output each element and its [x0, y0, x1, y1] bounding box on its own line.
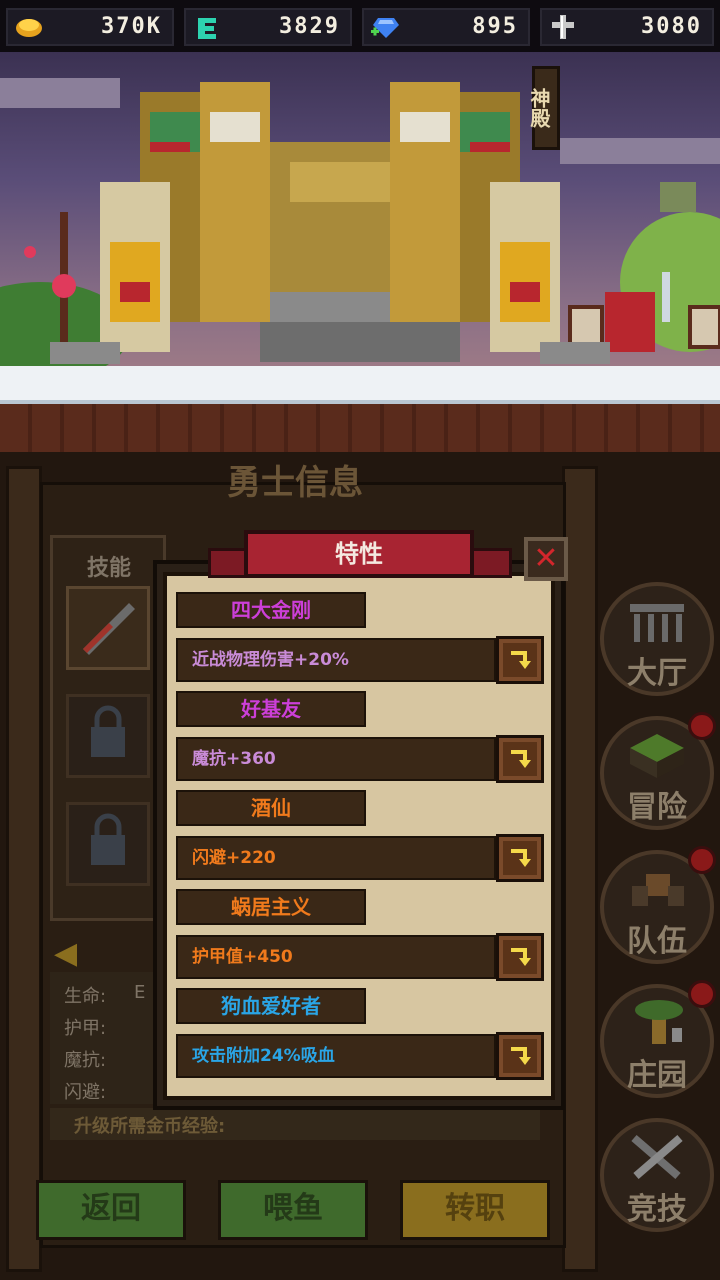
exp-label: 升级所需金币经验: [74, 1116, 226, 1137]
rune-value: 3829 [279, 14, 340, 39]
trait-name: 好基友 [176, 691, 366, 727]
arena-swords-icon [631, 1134, 683, 1180]
hall-icon [630, 604, 684, 642]
gem-value: 895 [472, 14, 518, 39]
cross-medal-icon [552, 15, 574, 39]
trait-description: 攻击附加24%吸血 [176, 1034, 496, 1078]
trait-reroll-button[interactable] [496, 933, 544, 981]
medal-value: 3080 [641, 14, 702, 39]
trait-name: 酒仙 [176, 790, 366, 826]
green-rune-icon [198, 18, 216, 39]
trait-description: 近战物理伤害+20% [176, 638, 496, 682]
blue-gem-icon [371, 18, 399, 38]
left-pillar [6, 466, 42, 1272]
stat-hp-partial: E [134, 982, 146, 1003]
ground-strip [0, 404, 720, 458]
trait-reroll-button[interactable] [496, 834, 544, 882]
skill-slot-2[interactable] [66, 694, 150, 778]
alert-dot [688, 980, 716, 1008]
back-button[interactable]: 返回 [36, 1180, 186, 1240]
trait-name: 四大金刚 [176, 592, 366, 628]
menu-team[interactable]: 队伍 [600, 846, 716, 964]
adventure-icon [630, 734, 684, 778]
stat-resist-label: 魔抗: [64, 1050, 107, 1071]
close-icon: ✕ [533, 541, 559, 576]
menu-hall-label: 大厅 [627, 656, 687, 691]
sword-skill-icon [83, 603, 135, 655]
stat-dodge-label: 闪避: [64, 1082, 107, 1103]
trait-name: 蜗居主义 [176, 889, 366, 925]
traits-dialog-title: 特性 [244, 530, 474, 578]
menu-arena-label: 竞技 [627, 1192, 687, 1227]
skill-slot-1[interactable] [66, 586, 150, 670]
lock-icon [91, 705, 125, 757]
trait-description: 魔抗+360 [176, 737, 496, 781]
job-change-button[interactable]: 转职 [400, 1180, 550, 1240]
rune-resource: 3829 [184, 8, 352, 46]
lock-icon [91, 813, 125, 865]
gold-coins-icon [16, 19, 42, 37]
trait-description: 闪避+220 [176, 836, 496, 880]
refresh-arrow-icon [511, 651, 531, 669]
trait-reroll-button[interactable] [496, 636, 544, 684]
alert-dot [688, 712, 716, 740]
gold-resource: 370K [6, 8, 174, 46]
stat-armor-label: 护甲: [64, 1018, 107, 1039]
refresh-arrow-icon [511, 849, 531, 867]
trait-reroll-button[interactable] [496, 735, 544, 783]
trait-name: 狗血爱好者 [176, 988, 366, 1024]
close-button[interactable]: ✕ [524, 537, 568, 581]
temple-sign: 神殿 [527, 66, 560, 150]
refresh-arrow-icon [511, 948, 531, 966]
menu-manor-label: 庄园 [627, 1058, 687, 1093]
trait-description: 护甲值+450 [176, 935, 496, 979]
refresh-arrow-icon [511, 750, 531, 768]
panel-title: 勇士信息 [227, 463, 363, 503]
skills-label: 技能 [86, 556, 131, 581]
skill-slot-3[interactable] [66, 802, 150, 886]
menu-arena[interactable]: 竞技 [600, 1118, 714, 1232]
temple-scene: 神殿 [0, 52, 720, 370]
right-pillar [562, 466, 598, 1272]
feed-fish-button[interactable]: 喂鱼 [218, 1180, 368, 1240]
menu-team-label: 队伍 [627, 924, 687, 959]
trait-reroll-button[interactable] [496, 1032, 544, 1080]
team-icon [632, 874, 684, 906]
resource-bar: 370K 3829 895 3080 [0, 0, 720, 52]
stat-hp-label: 生命: [64, 986, 107, 1007]
gold-value: 370K [101, 14, 162, 39]
refresh-arrow-icon [511, 1047, 531, 1065]
alert-dot [688, 846, 716, 874]
menu-manor[interactable]: 庄园 [600, 980, 716, 1098]
snow-strip [0, 366, 720, 404]
gem-resource: 895 [362, 8, 530, 46]
menu-adventure-label: 冒险 [627, 790, 687, 825]
menu-adventure[interactable]: 冒险 [600, 712, 716, 830]
temple-illustration [0, 78, 720, 370]
manor-icon [635, 1000, 683, 1044]
arrow-left-icon[interactable]: ◀ [54, 936, 90, 971]
menu-hall[interactable]: 大厅 [600, 582, 714, 696]
medal-resource: 3080 [540, 8, 714, 46]
